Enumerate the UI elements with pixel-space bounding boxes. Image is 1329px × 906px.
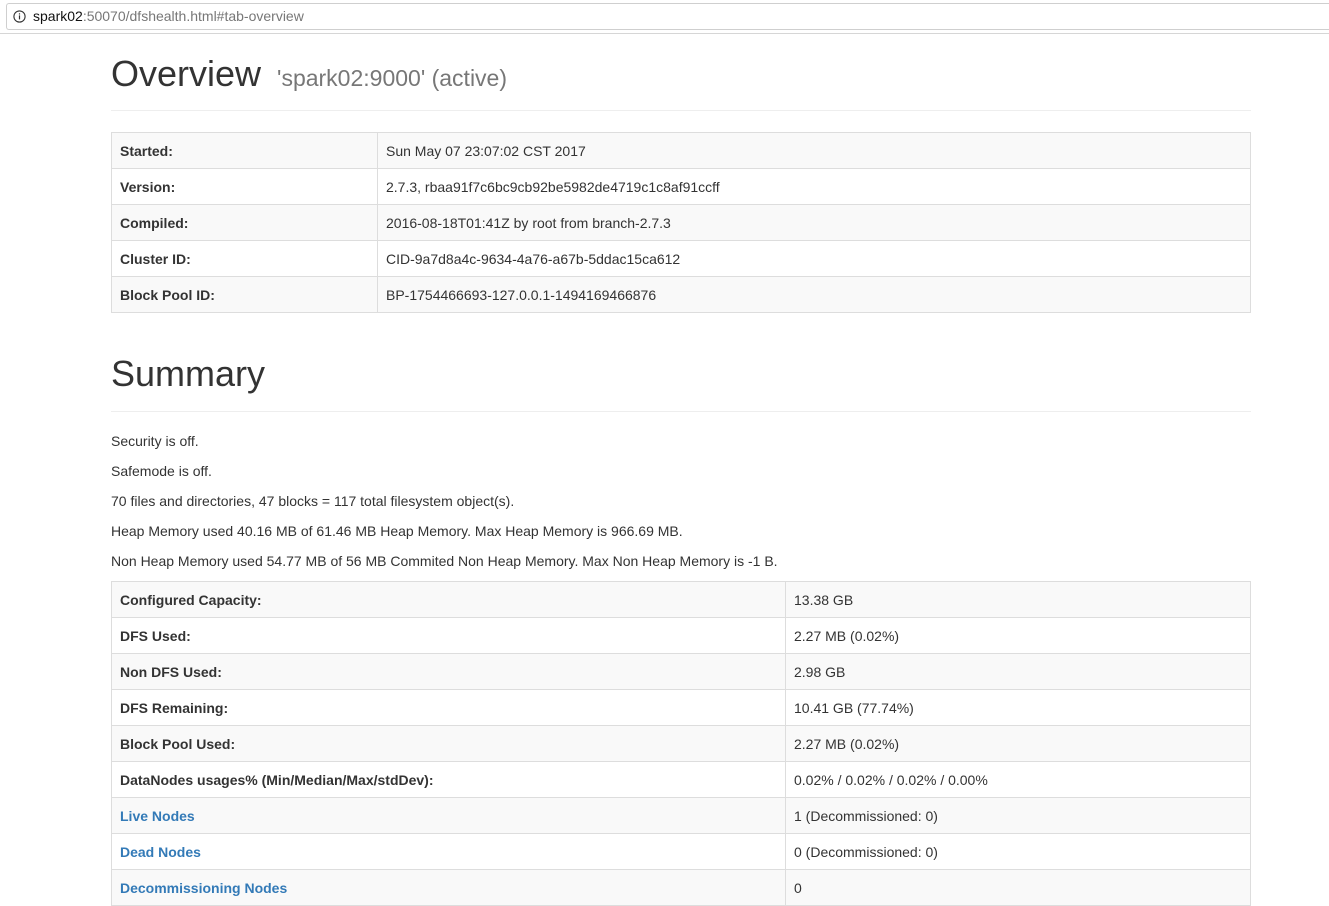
table-row: Non DFS Used: 2.98 GB [111, 653, 1251, 690]
table-row: Started: Sun May 07 23:07:02 CST 2017 [111, 132, 1251, 169]
page-container: Overview 'spark02:9000' (active) Started… [111, 34, 1251, 906]
row-key: DFS Remaining: [111, 689, 786, 726]
summary-title: Summary [111, 353, 266, 394]
row-value: Sun May 07 23:07:02 CST 2017 [377, 132, 1251, 169]
row-value: 2.98 GB [785, 653, 1251, 690]
browser-address-bar: spark02:50070/dfshealth.html#tab-overvie… [0, 0, 1329, 34]
summary-table: Configured Capacity: 13.38 GB DFS Used: … [111, 581, 1251, 906]
decommissioning-nodes-cell: Decommissioning Nodes [111, 869, 786, 906]
dead-nodes-cell: Dead Nodes [111, 833, 786, 870]
row-value: 0 [785, 869, 1251, 906]
row-value: BP-1754466693-127.0.0.1-1494169466876 [377, 276, 1251, 313]
non-heap-memory: Non Heap Memory used 54.77 MB of 56 MB C… [111, 553, 778, 569]
safemode-status: Safemode is off. [111, 463, 212, 479]
live-nodes-cell: Live Nodes [111, 797, 786, 834]
row-key: Version: [111, 168, 378, 205]
row-value: 13.38 GB [785, 581, 1251, 618]
table-row: DFS Used: 2.27 MB (0.02%) [111, 617, 1251, 654]
table-row: Version: 2.7.3, rbaa91f7c6bc9cb92be5982d… [111, 168, 1251, 205]
url-field[interactable]: spark02:50070/dfshealth.html#tab-overvie… [6, 3, 1329, 30]
table-row: Live Nodes 1 (Decommissioned: 0) [111, 797, 1251, 834]
overview-subtitle: 'spark02:9000' (active) [277, 65, 508, 91]
table-row: Configured Capacity: 13.38 GB [111, 581, 1251, 618]
url-path: :50070/dfshealth.html#tab-overview [82, 8, 304, 24]
row-value: 0.02% / 0.02% / 0.02% / 0.00% [785, 761, 1251, 798]
row-key: Cluster ID: [111, 240, 378, 277]
table-row: Decommissioning Nodes 0 [111, 869, 1251, 906]
heap-memory: Heap Memory used 40.16 MB of 61.46 MB He… [111, 523, 683, 539]
table-row: Dead Nodes 0 (Decommissioned: 0) [111, 833, 1251, 870]
filesystem-objects: 70 files and directories, 47 blocks = 11… [111, 493, 515, 509]
table-row: Cluster ID: CID-9a7d8a4c-9634-4a76-a67b-… [111, 240, 1251, 277]
row-key: Block Pool Used: [111, 725, 786, 762]
row-value: 10.41 GB (77.74%) [785, 689, 1251, 726]
table-row: Block Pool Used: 2.27 MB (0.02%) [111, 725, 1251, 762]
overview-header: Overview 'spark02:9000' (active) [111, 34, 1251, 111]
live-nodes-link[interactable]: Live Nodes [120, 808, 195, 824]
table-row: Compiled: 2016-08-18T01:41Z by root from… [111, 204, 1251, 241]
row-key: Configured Capacity: [111, 581, 786, 618]
row-key: Compiled: [111, 204, 378, 241]
row-key: Non DFS Used: [111, 653, 786, 690]
decommissioning-nodes-link[interactable]: Decommissioning Nodes [120, 880, 287, 896]
row-key: Block Pool ID: [111, 276, 378, 313]
row-value: CID-9a7d8a4c-9634-4a76-a67b-5ddac15ca612 [377, 240, 1251, 277]
overview-title-text: Overview [111, 53, 262, 94]
url-host: spark02 [33, 8, 83, 24]
table-row: Block Pool ID: BP-1754466693-127.0.0.1-1… [111, 276, 1251, 313]
row-key: DFS Used: [111, 617, 786, 654]
row-value: 2016-08-18T01:41Z by root from branch-2.… [377, 204, 1251, 241]
overview-table: Started: Sun May 07 23:07:02 CST 2017 Ve… [111, 132, 1251, 313]
row-value: 2.27 MB (0.02%) [785, 725, 1251, 762]
table-row: DFS Remaining: 10.41 GB (77.74%) [111, 689, 1251, 726]
summary-status-lines: Security is off. Safemode is off. 70 fil… [111, 412, 1251, 581]
summary-header: Summary [111, 313, 1251, 412]
info-circle-icon[interactable] [13, 10, 26, 23]
url-text: spark02:50070/dfshealth.html#tab-overvie… [33, 3, 304, 30]
row-key: Started: [111, 132, 378, 169]
table-row: DataNodes usages% (Min/Median/Max/stdDev… [111, 761, 1251, 798]
overview-title: Overview 'spark02:9000' (active) [111, 53, 507, 99]
row-value: 0 (Decommissioned: 0) [785, 833, 1251, 870]
row-value: 2.7.3, rbaa91f7c6bc9cb92be5982de4719c1c8… [377, 168, 1251, 205]
security-status: Security is off. [111, 433, 199, 449]
row-value: 2.27 MB (0.02%) [785, 617, 1251, 654]
dead-nodes-link[interactable]: Dead Nodes [120, 844, 201, 860]
row-key: DataNodes usages% (Min/Median/Max/stdDev… [111, 761, 786, 798]
row-value: 1 (Decommissioned: 0) [785, 797, 1251, 834]
